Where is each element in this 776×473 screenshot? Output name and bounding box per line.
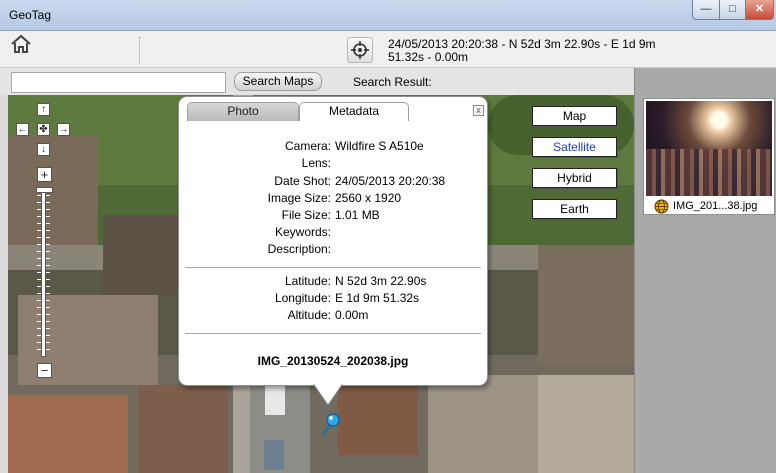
metadata-value: 1.01 MB (335, 208, 380, 222)
minimize-button[interactable]: — (692, 0, 720, 20)
metadata-label: Latitude: (284, 274, 331, 288)
map-type-map-button[interactable]: Map (532, 106, 617, 126)
photo-list-panel: IMG_201...38.jpg (634, 68, 776, 473)
metadata-row-altitude: Altitude: 0.00m (179, 307, 487, 324)
metadata-row-image-size: Image Size: 2560 x 1920 (179, 190, 487, 207)
metadata-value: 24/05/2013 20:20:38 (335, 174, 446, 188)
zoom-in-button[interactable]: + (37, 167, 52, 182)
search-maps-button[interactable]: Search Maps (234, 72, 322, 91)
tab-photo[interactable]: Photo (187, 102, 299, 121)
metadata-label: Altitude: (287, 308, 331, 322)
search-input[interactable] (11, 72, 226, 93)
popup-divider (185, 333, 481, 334)
locate-button[interactable] (347, 37, 373, 63)
metadata-row-latitude: Latitude: N 52d 3m 22.90s (179, 273, 487, 290)
metadata-value: N 52d 3m 22.90s (335, 274, 427, 288)
metadata-label: Date Shot: (274, 174, 331, 188)
map-pin-icon[interactable] (318, 413, 342, 439)
toolbar: 24/05/2013 20:20:38 - N 52d 3m 22.90s - … (0, 31, 776, 68)
zoom-slider-thumb[interactable] (36, 187, 53, 193)
map-rooftop (138, 385, 228, 473)
thumbnail-crowd (646, 149, 772, 196)
map-type-satellite-button[interactable]: Satellite (532, 137, 617, 157)
popup-tabs: Photo Metadata x (179, 97, 487, 121)
map-rooftop (8, 395, 128, 473)
map-type-hybrid-button[interactable]: Hybrid (532, 168, 617, 188)
metadata-row-camera: Camera: Wildfire S A510e (179, 138, 487, 155)
pan-down-button[interactable]: ↓ (37, 143, 50, 156)
map-rooftop (538, 245, 634, 365)
toolbar-divider (139, 37, 140, 63)
metadata-row-file-size: File Size: 1.01 MB (179, 207, 487, 224)
metadata-row-description: Description: (179, 241, 487, 258)
thumbnail-filename: IMG_201...38.jpg (673, 200, 758, 212)
map-type-earth-button[interactable]: Earth (532, 199, 617, 219)
zoom-out-button[interactable]: − (37, 363, 52, 378)
metadata-label: Description: (267, 242, 331, 256)
map-vehicle (265, 385, 285, 415)
home-icon[interactable] (10, 34, 32, 54)
metadata-label: File Size: (281, 208, 331, 222)
tab-metadata[interactable]: Metadata (299, 102, 409, 121)
maximize-button[interactable]: □ (719, 0, 746, 20)
search-bar: Search Maps Search Result: (0, 68, 634, 95)
photo-filename: IMG_20130524_202038.jpg (257, 354, 409, 368)
close-button[interactable]: ✕ (745, 0, 774, 20)
popup-pointer (314, 384, 342, 404)
metadata-label: Longitude: (274, 291, 331, 305)
search-result-label: Search Result: (353, 75, 432, 89)
metadata-value: 2560 x 1920 (335, 191, 402, 205)
map-rooftop (8, 135, 98, 245)
title-bar: GeoTag — □ ✕ (0, 0, 776, 31)
map-rooftop (428, 375, 548, 473)
metadata-label: Lens: (301, 156, 331, 170)
metadata-row-keywords: Keywords: (179, 224, 487, 241)
popup-divider (185, 267, 481, 268)
metadata-label: Camera: (284, 139, 331, 153)
metadata-value: Wildfire S A510e (335, 139, 424, 153)
crosshair-icon (351, 41, 369, 59)
map-rooftop (538, 375, 634, 473)
pan-right-button[interactable]: → (57, 123, 70, 136)
metadata-label: Image Size: (267, 191, 331, 205)
zoom-slider-track[interactable] (41, 187, 46, 357)
metadata-value: 0.00m (335, 308, 369, 322)
pan-left-button[interactable]: ← (16, 123, 29, 136)
photo-thumbnail-card[interactable]: IMG_201...38.jpg (643, 98, 775, 215)
metadata-row-date-shot: Date Shot: 24/05/2013 20:20:38 (179, 173, 487, 190)
metadata-value: E 1d 9m 51.32s (335, 291, 420, 305)
map-rooftop (338, 385, 418, 455)
pan-up-button[interactable]: ↑ (37, 103, 50, 116)
pan-center-button[interactable]: ✤ (37, 123, 50, 136)
metadata-popup: Photo Metadata x Camera: Wildfire S A510… (178, 96, 488, 406)
metadata-label: Keywords: (274, 225, 331, 239)
metadata-row-longitude: Longitude: E 1d 9m 51.32s (179, 290, 487, 307)
coordinates-readout: 24/05/2013 20:20:38 - N 52d 3m 22.90s - … (388, 37, 656, 64)
photo-thumbnail-image[interactable] (646, 101, 772, 196)
map-vehicle (264, 440, 284, 470)
popup-close-button[interactable]: x (473, 105, 484, 116)
metadata-row-lens: Lens: (179, 155, 487, 172)
globe-icon (654, 199, 669, 214)
window-title: GeoTag (9, 8, 52, 22)
